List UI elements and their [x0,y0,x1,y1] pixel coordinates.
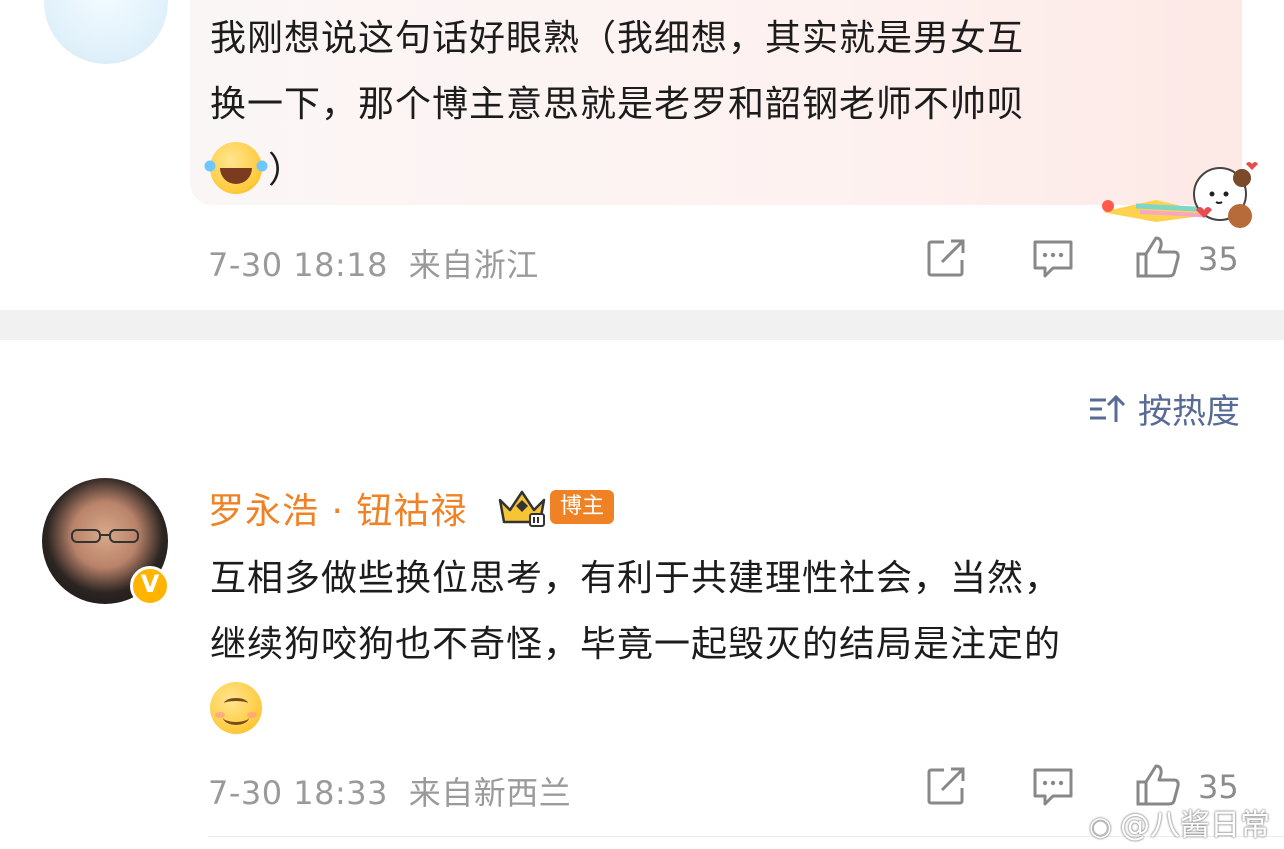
comment-location: 来自新西兰 [408,774,572,812]
verified-badge: V [130,566,170,606]
blogger-badge: 博主 [550,490,615,524]
comment-icon[interactable] [1031,238,1075,280]
sort-label: 按热度 [1138,392,1240,432]
username[interactable]: 罗永浩 · 钮祜禄 [208,482,467,534]
comment-time: 7-30 18:18 [208,246,389,284]
section-divider [0,310,1284,340]
crown-icon [498,490,546,527]
sort-by-heat-button[interactable]: 按热度 [1088,384,1240,433]
like-icon[interactable] [1134,234,1182,280]
comment-text: 互相多做些换位思考，有利于共建理性社会，当然， 继续狗咬狗也不奇怪，毕竟一起毁灭… [210,546,1250,744]
comment-location: 来自浙江 [408,246,539,284]
share-icon[interactable] [926,238,968,278]
comment-text: 我刚想说这句话好眼熟（我细想，其实就是男女互 换一下，那个博主意思就是老罗和韶钢… [204,6,1210,204]
share-icon[interactable] [926,766,968,806]
avatar[interactable] [44,0,168,64]
comment-icon[interactable] [1031,766,1075,808]
like-count: 35 [1198,240,1239,278]
laughing-tears-emoji [204,142,268,194]
comment-card-1: 我刚想说这句话好眼熟（我细想，其实就是男女互 换一下，那个博主意思就是老罗和韶钢… [0,0,1284,310]
smile-emoji [210,682,262,734]
sort-icon [1090,394,1126,422]
comment-time: 7-30 18:33 [208,774,389,812]
watermark: ◉ @八酱日常 [1089,808,1270,843]
bubble-sticker-icon [1102,162,1258,228]
